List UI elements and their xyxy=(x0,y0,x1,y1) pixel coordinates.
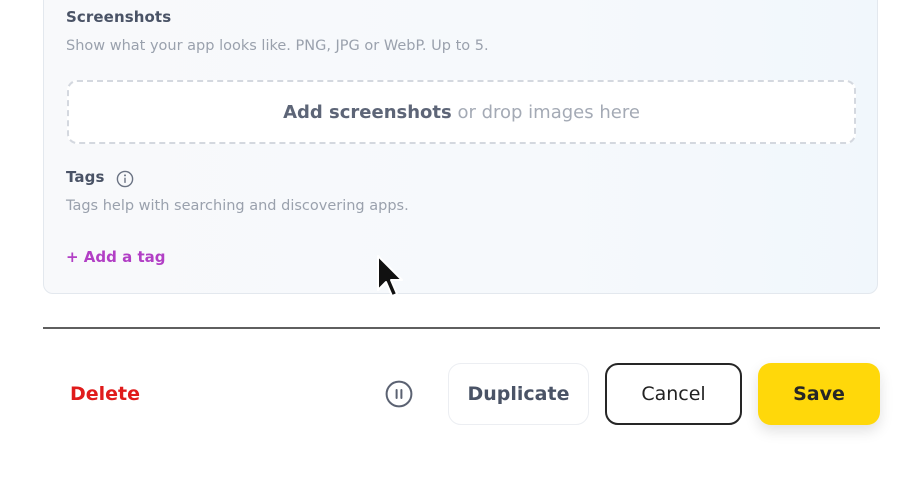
delete-button[interactable]: Delete xyxy=(70,383,140,405)
screenshots-dropzone[interactable]: Add screenshots or drop images here xyxy=(67,80,856,144)
tags-description: Tags help with searching and discovering… xyxy=(66,198,409,214)
media-tags-card: Screenshots Show what your app looks lik… xyxy=(43,0,878,294)
footer-divider xyxy=(43,327,880,329)
mouse-pointer-icon xyxy=(377,255,403,297)
app-form-stage: Screenshots Show what your app looks lik… xyxy=(0,0,920,480)
screenshots-description: Show what your app looks like. PNG, JPG … xyxy=(66,38,489,54)
cancel-button[interactable]: Cancel xyxy=(605,363,742,425)
info-icon[interactable] xyxy=(116,170,134,188)
tags-title: Tags xyxy=(66,168,105,186)
pause-circle-icon[interactable] xyxy=(385,380,413,408)
add-tag-button[interactable]: + Add a tag xyxy=(66,248,165,266)
screenshots-title: Screenshots xyxy=(66,8,172,26)
duplicate-button[interactable]: Duplicate xyxy=(448,363,589,425)
save-button[interactable]: Save xyxy=(758,363,880,425)
dropzone-hint: or drop images here xyxy=(451,101,640,123)
add-screenshots-link[interactable]: Add screenshots xyxy=(283,102,452,123)
